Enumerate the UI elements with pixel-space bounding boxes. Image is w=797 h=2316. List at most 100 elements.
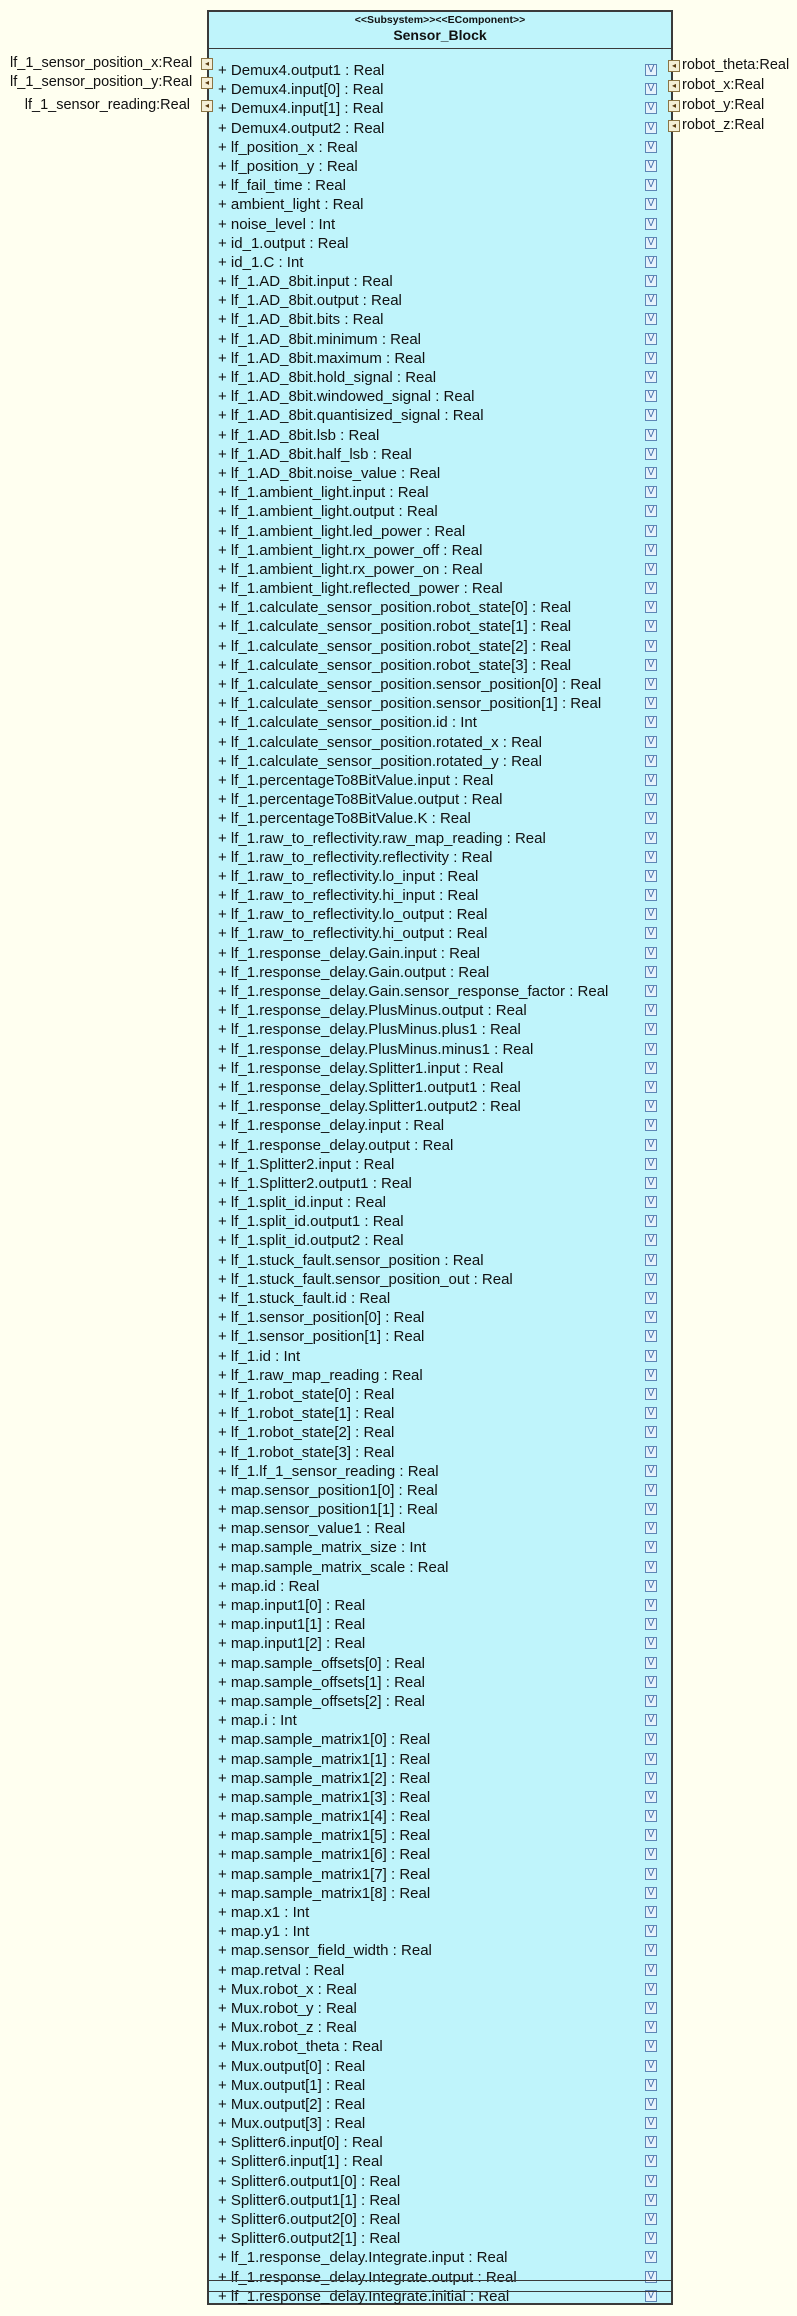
visibility-checkbox-icon[interactable]: V bbox=[645, 1061, 657, 1074]
attribute-row[interactable]: + map.id : Real V bbox=[209, 1577, 671, 1596]
visibility-checkbox-icon[interactable]: V bbox=[645, 1599, 657, 1611]
attribute-row[interactable]: + map.sample_matrix1[3] : Real V bbox=[209, 1788, 671, 1807]
visibility-checkbox-icon[interactable]: V bbox=[645, 1445, 657, 1458]
attribute-row[interactable]: + lf_1.response_delay.Gain.sensor_respon… bbox=[209, 982, 671, 1001]
visibility-checkbox-icon[interactable]: V bbox=[645, 332, 657, 345]
visibility-checkbox-icon[interactable]: V bbox=[645, 927, 657, 940]
visibility-checkbox-icon[interactable]: V bbox=[645, 1483, 657, 1496]
visibility-checkbox-icon[interactable]: V bbox=[645, 869, 657, 882]
visibility-checkbox-icon[interactable]: V bbox=[645, 1867, 657, 1880]
attribute-row[interactable]: + lf_1.stuck_fault.id : Real V bbox=[209, 1289, 671, 1308]
visibility-checkbox-icon[interactable]: V bbox=[645, 601, 657, 614]
visibility-checkbox-icon[interactable]: V bbox=[645, 1100, 657, 1113]
visibility-checkbox-icon[interactable]: V bbox=[645, 2059, 657, 2072]
visibility-checkbox-icon[interactable]: V bbox=[645, 1541, 657, 1554]
attribute-row[interactable]: + map.y1 : Int V bbox=[209, 1922, 671, 1941]
visibility-checkbox-icon[interactable]: V bbox=[645, 2251, 657, 2264]
attribute-row[interactable]: + Splitter6.input[1] : Real V bbox=[209, 2152, 671, 2171]
visibility-checkbox-icon[interactable]: V bbox=[645, 1387, 657, 1400]
attribute-row[interactable]: + Demux4.input[1] : Real V bbox=[209, 99, 671, 118]
port-left-icon[interactable]: ◂ bbox=[201, 100, 213, 112]
attribute-row[interactable]: + map.sample_matrix1[4] : Real V bbox=[209, 1807, 671, 1826]
attribute-row[interactable]: + lf_1.robot_state[0] : Real V bbox=[209, 1385, 671, 1404]
attribute-row[interactable]: + Mux.robot_y : Real V bbox=[209, 1999, 671, 2018]
visibility-checkbox-icon[interactable]: V bbox=[645, 639, 657, 652]
visibility-checkbox-icon[interactable]: V bbox=[645, 1848, 657, 1861]
visibility-checkbox-icon[interactable]: V bbox=[645, 543, 657, 556]
attribute-row[interactable]: + map.i : Int V bbox=[209, 1711, 671, 1730]
visibility-checkbox-icon[interactable]: V bbox=[645, 1522, 657, 1535]
attribute-row[interactable]: + lf_1.calculate_sensor_position.id : In… bbox=[209, 713, 671, 732]
port-left-icon[interactable]: ◂ bbox=[201, 58, 213, 70]
port-right-icon[interactable]: ◂ bbox=[668, 120, 680, 132]
attribute-row[interactable]: + map.sample_matrix1[0] : Real V bbox=[209, 1730, 671, 1749]
attribute-row[interactable]: + lf_1.response_delay.PlusMinus.minus1 :… bbox=[209, 1040, 671, 1059]
visibility-checkbox-icon[interactable]: V bbox=[645, 1349, 657, 1362]
attribute-row[interactable]: + Mux.robot_theta : Real V bbox=[209, 2037, 671, 2056]
attribute-row[interactable]: + Splitter6.output1[1] : Real V bbox=[209, 2191, 671, 2210]
attribute-row[interactable]: + lf_1.Splitter2.input : Real V bbox=[209, 1155, 671, 1174]
attribute-row[interactable]: + Mux.output[0] : Real V bbox=[209, 2057, 671, 2076]
attribute-row[interactable]: + lf_1.ambient_light.reflected_power : R… bbox=[209, 579, 671, 598]
attribute-row[interactable]: + map.sample_matrix1[2] : Real V bbox=[209, 1769, 671, 1788]
visibility-checkbox-icon[interactable]: V bbox=[645, 1157, 657, 1170]
attribute-row[interactable]: + lf_1.AD_8bit.windowed_signal : Real V bbox=[209, 387, 671, 406]
visibility-checkbox-icon[interactable]: V bbox=[645, 1752, 657, 1765]
attribute-row[interactable]: + lf_1.response_delay.PlusMinus.plus1 : … bbox=[209, 1020, 671, 1039]
attribute-row[interactable]: + map.sample_matrix_scale : Real V bbox=[209, 1558, 671, 1577]
attribute-row[interactable]: + lf_1.AD_8bit.noise_value : Real V bbox=[209, 464, 671, 483]
visibility-checkbox-icon[interactable]: V bbox=[645, 198, 657, 211]
attribute-row[interactable]: + lf_1.calculate_sensor_position.robot_s… bbox=[209, 637, 671, 656]
attribute-row[interactable]: + lf_1.sensor_position[1] : Real V bbox=[209, 1327, 671, 1346]
attribute-row[interactable]: + lf_1.response_delay.output : Real V bbox=[209, 1136, 671, 1155]
visibility-checkbox-icon[interactable]: V bbox=[645, 562, 657, 575]
visibility-checkbox-icon[interactable]: V bbox=[645, 1080, 657, 1093]
visibility-checkbox-icon[interactable]: V bbox=[645, 466, 657, 479]
attribute-row[interactable]: + lf_1.robot_state[2] : Real V bbox=[209, 1423, 671, 1442]
attribute-row[interactable]: + lf_1.calculate_sensor_position.robot_s… bbox=[209, 617, 671, 636]
visibility-checkbox-icon[interactable]: V bbox=[645, 1426, 657, 1439]
attribute-row[interactable]: + lf_1.calculate_sensor_position.sensor_… bbox=[209, 694, 671, 713]
visibility-checkbox-icon[interactable]: V bbox=[645, 1733, 657, 1746]
attribute-row[interactable]: + map.sensor_field_width : Real V bbox=[209, 1941, 671, 1960]
attribute-row[interactable]: + lf_1.response_delay.Gain.output : Real… bbox=[209, 963, 671, 982]
visibility-checkbox-icon[interactable]: V bbox=[645, 658, 657, 671]
attribute-row[interactable]: + map.sample_matrix1[5] : Real V bbox=[209, 1826, 671, 1845]
visibility-checkbox-icon[interactable]: V bbox=[645, 793, 657, 806]
attribute-row[interactable]: + lf_1.percentageTo8BitValue.input : Rea… bbox=[209, 771, 671, 790]
attribute-row[interactable]: + lf_1.response_delay.Splitter1.output2 … bbox=[209, 1097, 671, 1116]
visibility-checkbox-icon[interactable]: V bbox=[645, 889, 657, 902]
visibility-checkbox-icon[interactable]: V bbox=[645, 2001, 657, 2014]
visibility-checkbox-icon[interactable]: V bbox=[645, 313, 657, 326]
attribute-row[interactable]: + lf_1.response_delay.Gain.input : Real V bbox=[209, 944, 671, 963]
attribute-row[interactable]: + map.sample_matrix1[1] : Real V bbox=[209, 1750, 671, 1769]
visibility-checkbox-icon[interactable]: V bbox=[645, 505, 657, 518]
visibility-checkbox-icon[interactable]: V bbox=[645, 294, 657, 307]
visibility-checkbox-icon[interactable]: V bbox=[645, 1196, 657, 1209]
visibility-checkbox-icon[interactable]: V bbox=[645, 486, 657, 499]
visibility-checkbox-icon[interactable]: V bbox=[645, 217, 657, 230]
attribute-row[interactable]: + map.sensor_position1[1] : Real V bbox=[209, 1500, 671, 1519]
visibility-checkbox-icon[interactable]: V bbox=[645, 985, 657, 997]
attribute-row[interactable]: + lf_1.ambient_light.rx_power_off : Real… bbox=[209, 541, 671, 560]
attribute-row[interactable]: + Mux.robot_z : Real V bbox=[209, 2018, 671, 2037]
attribute-row[interactable]: + lf_1.response_delay.Splitter1.input : … bbox=[209, 1059, 671, 1078]
attribute-row[interactable]: + lf_1.AD_8bit.minimum : Real V bbox=[209, 330, 671, 349]
visibility-checkbox-icon[interactable]: V bbox=[645, 102, 657, 115]
visibility-checkbox-icon[interactable]: V bbox=[645, 428, 657, 441]
visibility-checkbox-icon[interactable]: V bbox=[645, 1042, 657, 1055]
attribute-row[interactable]: + lf_1.response_delay.Integrate.initial … bbox=[209, 2287, 671, 2306]
visibility-checkbox-icon[interactable]: V bbox=[645, 754, 657, 767]
port-right-icon[interactable]: ◂ bbox=[668, 60, 680, 72]
visibility-checkbox-icon[interactable]: V bbox=[645, 1253, 657, 1266]
attribute-row[interactable]: + lf_1.percentageTo8BitValue.output : Re… bbox=[209, 790, 671, 809]
attribute-row[interactable]: + lf_1.split_id.input : Real V bbox=[209, 1193, 671, 1212]
visibility-checkbox-icon[interactable]: V bbox=[645, 1215, 657, 1228]
attribute-row[interactable]: + map.input1[1] : Real V bbox=[209, 1615, 671, 1634]
visibility-checkbox-icon[interactable]: V bbox=[645, 371, 657, 383]
visibility-checkbox-icon[interactable]: V bbox=[645, 1963, 657, 1976]
visibility-checkbox-icon[interactable]: V bbox=[645, 850, 657, 863]
visibility-checkbox-icon[interactable]: V bbox=[645, 678, 657, 690]
visibility-checkbox-icon[interactable]: V bbox=[645, 2155, 657, 2168]
attribute-row[interactable]: + map.sample_matrix1[7] : Real V bbox=[209, 1865, 671, 1884]
